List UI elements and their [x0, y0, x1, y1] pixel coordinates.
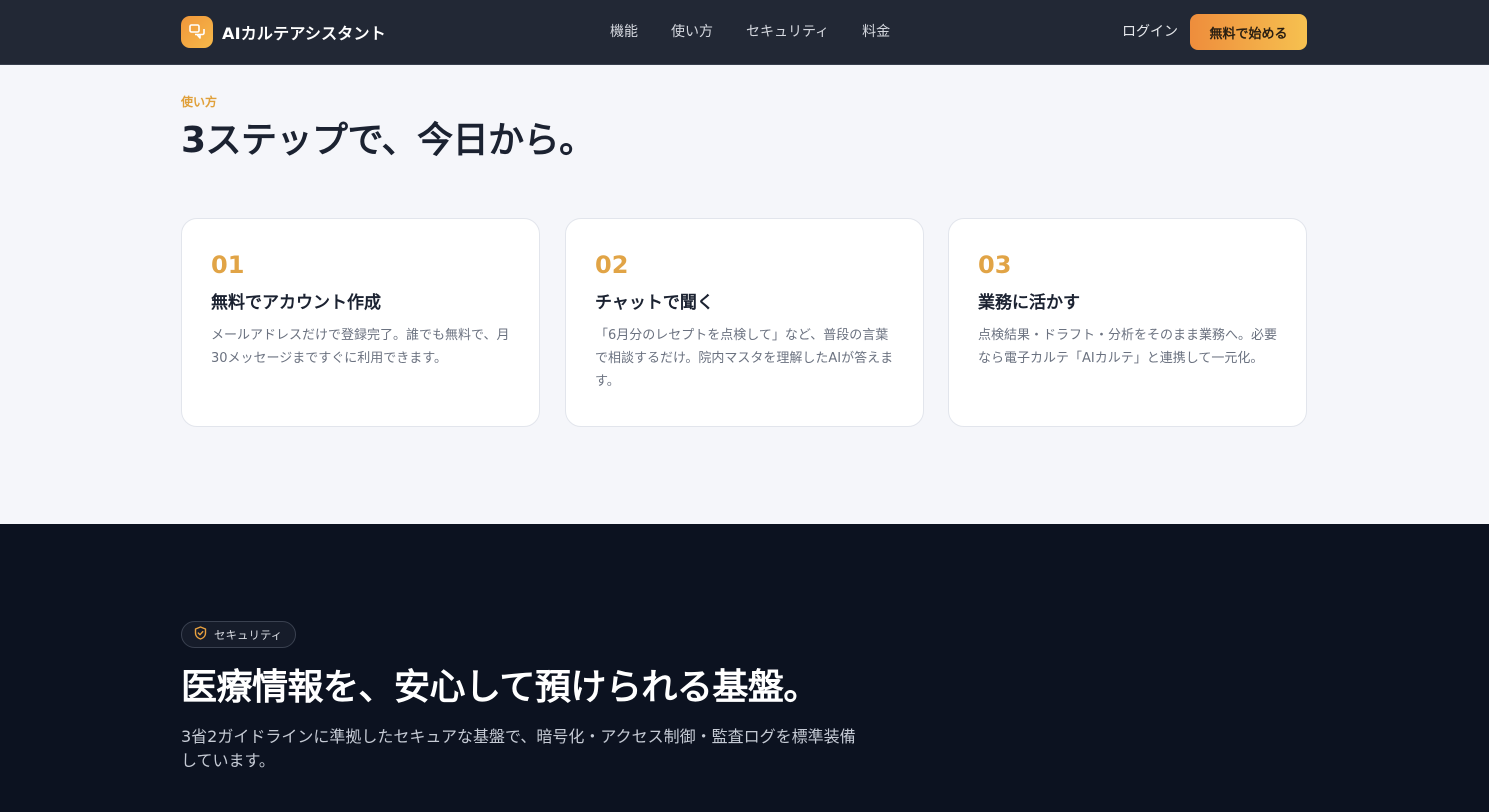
step-description: 「6月分のレセプトを点検して」など、普段の言葉で相談するだけ。院内マスタを理解し… — [595, 328, 894, 389]
step-number: 01 — [211, 251, 245, 279]
section-title: 3ステップで、今日から。 — [181, 120, 595, 161]
step-card: 03 業務に活かす 点検結果・ドラフト・分析をそのまま業務へ。必要なら電子カルテ… — [948, 218, 1307, 427]
step-description: 点検結果・ドラフト・分析をそのまま業務へ。必要なら電子カルテ「AIカルテ」と連携… — [978, 328, 1278, 366]
top-nav-bar: AIカルテアシスタント 機能 使い方 セキュリティ 料金 ログイン 無料で始める — [0, 0, 1489, 65]
step-card: 02 チャットで聞く 「6月分のレセプトを点検して」など、普段の言葉で相談するだ… — [565, 218, 924, 427]
nav-item-security[interactable]: セキュリティ — [746, 22, 829, 42]
security-description: 3省2ガイドラインに準拠したセキュアな基盤で、暗号化・アクセス制御・監査ログを標… — [181, 727, 856, 770]
start-free-button[interactable]: 無料で始める — [1190, 14, 1307, 50]
step-number: 02 — [595, 251, 629, 279]
login-link[interactable]: ログイン — [1122, 22, 1178, 42]
nav-item-pricing[interactable]: 料金 — [862, 22, 890, 42]
step-card: 01 無料でアカウント作成 メールアドレスだけで登録完了。誰でも無料で、月30メ… — [181, 218, 540, 427]
chat-bubbles-icon — [181, 16, 213, 48]
step-number: 03 — [978, 251, 1012, 279]
security-section: セキュリティ 医療情報を、安心して預けられる基盤。 3省2ガイドラインに準拠した… — [0, 524, 1489, 812]
brand[interactable]: AIカルテアシスタント — [181, 16, 386, 48]
security-badge: セキュリティ — [181, 621, 297, 648]
section-eyebrow: 使い方 — [181, 95, 218, 109]
step-title: チャットで聞く — [595, 293, 714, 313]
security-badge-label: セキュリティ — [214, 627, 283, 642]
shield-check-icon — [194, 625, 207, 644]
main-nav: 機能 使い方 セキュリティ 料金 — [610, 22, 890, 42]
step-title: 業務に活かす — [978, 293, 1080, 313]
nav-item-features[interactable]: 機能 — [610, 22, 638, 42]
nav-item-how-to[interactable]: 使い方 — [671, 22, 713, 42]
security-title: 医療情報を、安心して預けられる基盤。 — [181, 667, 819, 708]
brand-name: AIカルテアシスタント — [222, 24, 386, 43]
step-title: 無料でアカウント作成 — [211, 293, 381, 313]
step-description: メールアドレスだけで登録完了。誰でも無料で、月30メッセージまですぐに利用できま… — [211, 328, 510, 366]
